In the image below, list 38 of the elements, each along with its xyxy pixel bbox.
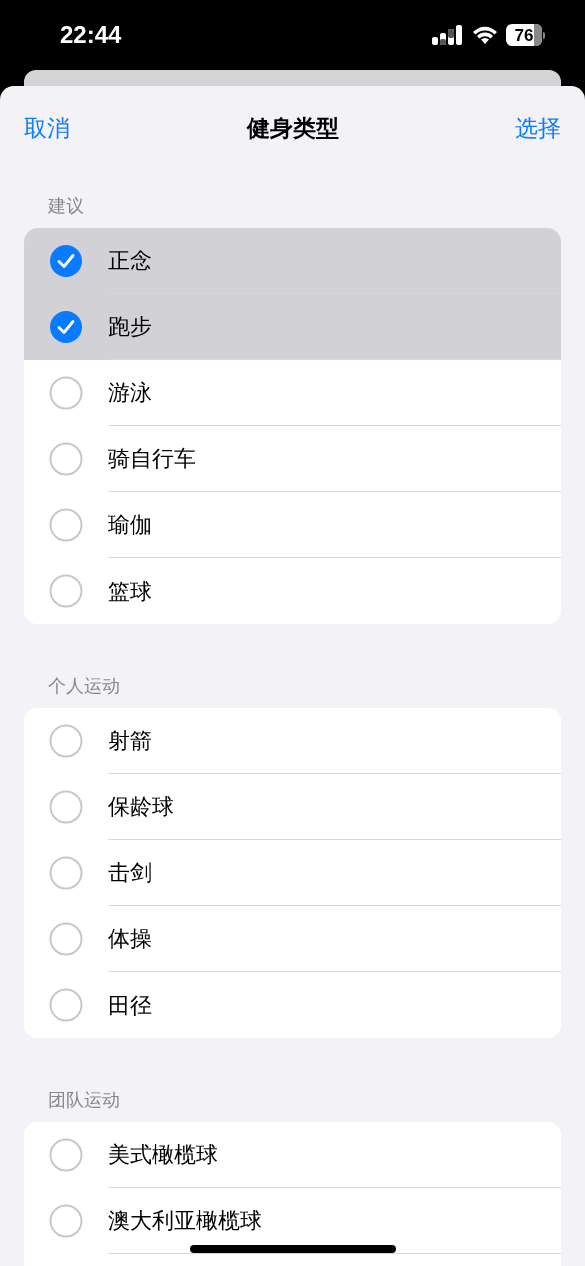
empty-circle-icon[interactable] [49,574,83,608]
section-header: 团队运动 [48,1089,120,1112]
empty-circle-icon[interactable] [49,508,83,542]
empty-circle-icon[interactable] [49,442,83,476]
battery-icon: 76 [506,24,545,46]
row-label: 射箭 [108,727,152,755]
signal-icon [432,25,464,45]
row-label: 篮球 [108,577,152,606]
select-button[interactable]: 选择 [515,110,561,146]
list-row[interactable]: 跑步 [24,294,561,360]
list-row[interactable]: 正念 [24,228,561,294]
empty-circle-icon[interactable] [49,1204,83,1238]
row-label: 瑜伽 [108,511,152,539]
empty-circle-icon[interactable] [49,922,83,956]
empty-circle-icon[interactable] [49,856,83,890]
row-label: 体操 [108,925,152,953]
row-label: 田径 [108,991,152,1020]
status-time: 22:44 [60,20,122,50]
wifi-icon [472,25,498,45]
row-label: 澳大利亚橄榄球 [108,1207,262,1235]
row-label: 游泳 [108,379,152,407]
row-label: 正念 [108,247,152,275]
section-header: 建议 [48,195,84,218]
checkmark-icon[interactable] [49,244,83,278]
empty-circle-icon[interactable] [49,376,83,410]
cancel-button[interactable]: 取消 [24,110,70,146]
row-label: 美式橄榄球 [108,1141,218,1169]
sheet-title: 健身类型 [246,113,339,143]
empty-circle-icon[interactable] [49,790,83,824]
row-label: 保龄球 [108,793,174,821]
row-label: 跑步 [108,313,152,341]
empty-circle-icon[interactable] [49,988,83,1022]
section-header: 个人运动 [48,675,120,698]
row-label: 骑自行车 [108,445,196,473]
empty-circle-icon[interactable] [49,724,83,758]
checkmark-icon[interactable] [49,310,83,344]
row-label: 击剑 [108,859,152,887]
empty-circle-icon[interactable] [49,1138,83,1172]
